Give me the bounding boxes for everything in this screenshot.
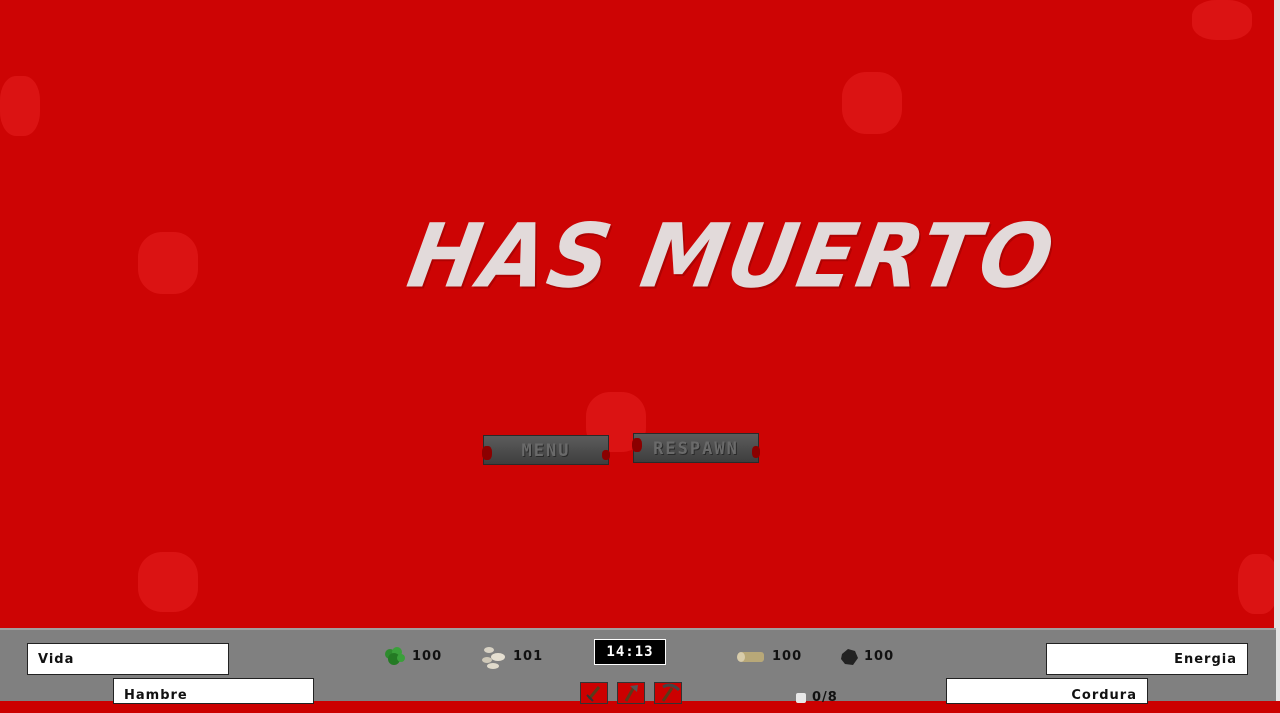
cordura-bar: Cordura <box>946 678 1148 704</box>
background-blob <box>138 552 198 612</box>
death-screen: HAS MUERTO MENU RESPAWN <box>0 0 1280 628</box>
vida-bar: Vida <box>27 643 229 675</box>
axe-icon <box>624 685 638 702</box>
sword-icon <box>586 686 601 702</box>
stone-resource: 101 <box>479 646 544 669</box>
death-title: HAS MUERTO <box>400 204 1063 308</box>
leaf-icon <box>385 647 405 665</box>
menu-button-label: MENU <box>521 441 571 461</box>
stone-icon <box>482 647 505 669</box>
capacity-value: 0/8 <box>812 690 838 705</box>
log-icon <box>737 652 764 662</box>
coal-resource: 100 <box>838 646 894 668</box>
coal-icon <box>841 649 858 665</box>
respawn-button-label: RESPAWN <box>653 439 739 459</box>
wood-value: 100 <box>772 649 803 664</box>
background-blob <box>1238 554 1278 614</box>
window-edge <box>1274 0 1280 628</box>
inventory-capacity: 0/8 <box>794 687 838 709</box>
energia-label: Energia <box>1174 652 1237 667</box>
game-clock: 14:13 <box>594 639 666 665</box>
plant-resource: 100 <box>382 646 442 668</box>
wood-resource: 100 <box>736 646 802 668</box>
coal-value: 100 <box>864 649 895 664</box>
background-blob <box>138 232 198 294</box>
background-blob <box>0 76 40 136</box>
menu-button[interactable]: MENU <box>482 435 610 465</box>
stone-value: 101 <box>513 649 544 664</box>
respawn-button[interactable]: RESPAWN <box>632 433 760 463</box>
pickaxe-icon <box>661 683 681 702</box>
background-blob <box>842 72 902 134</box>
hambre-bar: Hambre <box>113 678 314 704</box>
vida-label: Vida <box>38 652 75 667</box>
plant-value: 100 <box>412 649 443 664</box>
energia-bar: Energia <box>1046 643 1248 675</box>
inventory-icon <box>796 693 806 703</box>
window-edge <box>1276 628 1280 701</box>
background-blob <box>1192 0 1252 40</box>
